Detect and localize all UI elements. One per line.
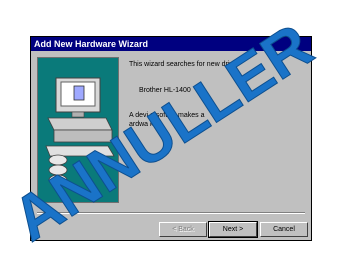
title-bar: Add New Hardware Wizard [31, 37, 311, 51]
intro-text: This wizard searches for new drive [129, 61, 237, 68]
separator [37, 212, 305, 214]
next-button[interactable]: Next > [208, 221, 258, 238]
body-text-line1: A devi e softwa makes a [129, 112, 205, 119]
window-title: Add New Hardware Wizard [34, 39, 148, 49]
cancel-button[interactable]: Cancel [260, 222, 308, 237]
cd-discs-icon [48, 154, 68, 186]
body-text-line2: ardwa k. [129, 121, 156, 128]
device-name: Brother HL-1400 [139, 87, 191, 94]
back-button[interactable]: < Back [159, 222, 207, 237]
wizard-dialog: Add New Hardware Wizard This wizard sear… [30, 36, 312, 241]
wizard-illustration [37, 57, 119, 203]
